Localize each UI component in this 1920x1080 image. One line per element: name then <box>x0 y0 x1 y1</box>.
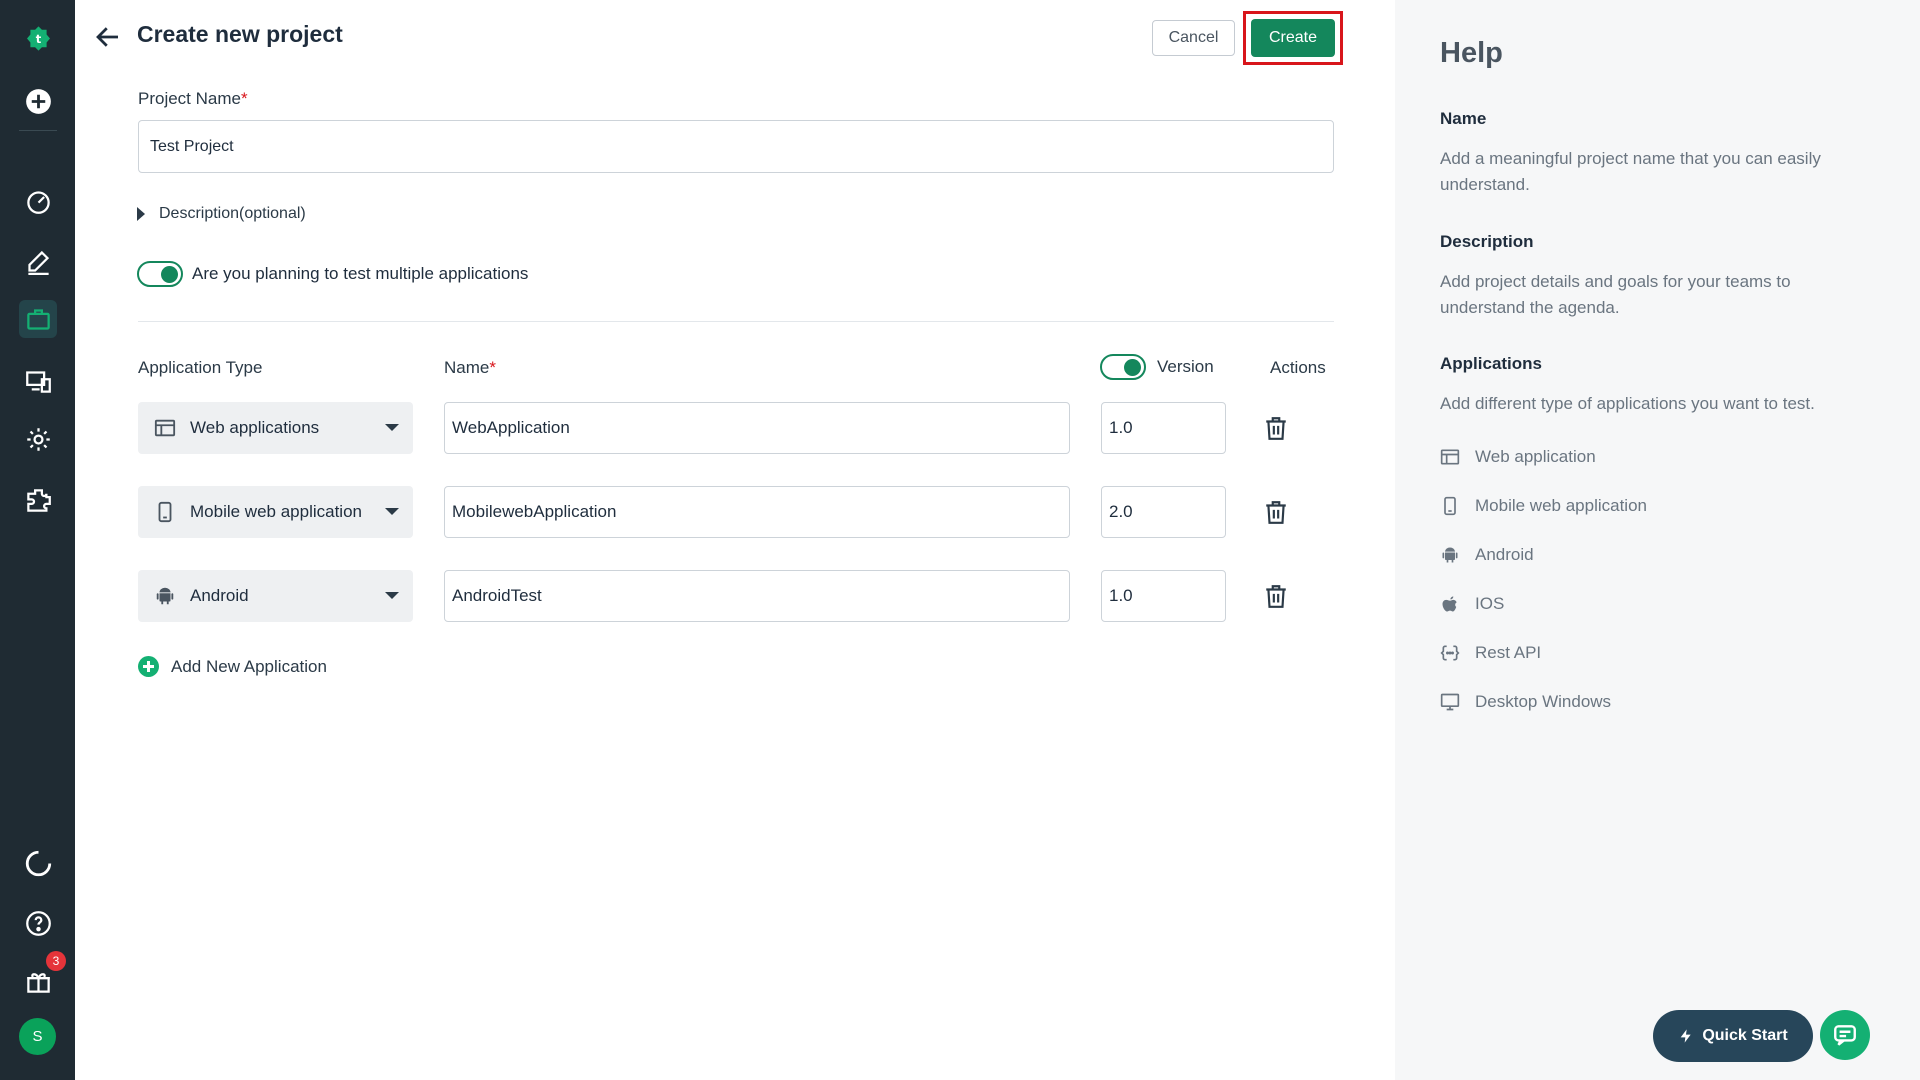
project-name-label-text: Project Name <box>138 89 241 108</box>
col-application-type: Application Type <box>138 358 263 377</box>
application-type-select[interactable]: Android <box>138 570 413 622</box>
help-applications-text: Add different type of applications you w… <box>1440 394 1815 413</box>
add-icon[interactable] <box>19 82 57 120</box>
help-app-type-label: Desktop Windows <box>1475 692 1612 711</box>
multi-app-label: Are you planning to test multiple applic… <box>192 264 529 283</box>
version-toggle[interactable] <box>1100 354 1146 380</box>
delete-icon[interactable] <box>1263 415 1289 441</box>
application-type-value: Android <box>190 586 249 605</box>
help-app-type-label: Web application <box>1475 447 1596 466</box>
description-label: Description(optional) <box>159 205 306 222</box>
logo-icon[interactable]: t <box>19 19 57 57</box>
mobile-icon <box>1444 496 1456 516</box>
application-name-input[interactable] <box>444 402 1070 454</box>
devices-icon[interactable] <box>19 362 57 400</box>
application-name-input[interactable] <box>444 486 1070 538</box>
chevron-down-icon <box>385 592 399 599</box>
web-app-icon <box>1440 449 1460 465</box>
loading-icon[interactable] <box>19 844 57 882</box>
chat-icon <box>1834 1025 1856 1046</box>
quick-start-label: Quick Start <box>1702 1027 1788 1044</box>
svg-text:t: t <box>35 32 41 46</box>
avatar[interactable]: S <box>19 1018 56 1055</box>
web-app-icon <box>154 417 176 439</box>
chat-button[interactable] <box>1820 1010 1870 1060</box>
help-description-text: Add project details and goals for your t… <box>1440 272 1791 317</box>
delete-icon[interactable] <box>1263 583 1289 609</box>
required-mark: * <box>240 89 248 108</box>
help-applications-heading: Applications <box>1440 354 1543 373</box>
col-version: Version <box>1157 357 1214 376</box>
create-project-form: Create new project Cancel Create Project… <box>75 0 1395 1080</box>
help-app-type-item: Mobile web application <box>1440 496 1647 516</box>
application-version-input[interactable] <box>1101 402 1226 454</box>
application-type-select[interactable]: Mobile web application <box>138 486 413 538</box>
help-app-type-label: IOS <box>1475 594 1505 613</box>
col-name-text: Name <box>444 358 490 377</box>
application-type-select[interactable]: Web applications <box>138 402 413 454</box>
application-name-input[interactable] <box>444 570 1070 622</box>
delete-icon[interactable] <box>1263 499 1289 525</box>
col-actions: Actions <box>1270 358 1326 377</box>
help-app-type-item: Desktop Windows <box>1440 692 1611 712</box>
help-name-heading: Name <box>1440 109 1487 128</box>
application-row: Mobile web application <box>138 486 1338 540</box>
description-expander[interactable]: Description(optional) <box>137 205 306 223</box>
help-title: Help <box>1440 37 1503 69</box>
toggle-knob <box>1124 359 1141 376</box>
help-panel: Help Name Add a meaningful project name … <box>1395 0 1920 1080</box>
notification-badge: 3 <box>46 951 66 971</box>
project-name-input[interactable] <box>138 120 1334 173</box>
application-version-input[interactable] <box>1101 570 1226 622</box>
quick-start-button[interactable]: Quick Start <box>1653 1010 1813 1062</box>
help-app-type-item: IOS <box>1440 594 1504 614</box>
application-row: Web applications <box>138 402 1338 456</box>
section-divider <box>138 321 1334 322</box>
required-mark: * <box>489 358 496 377</box>
help-app-type-label: Rest API <box>1475 643 1542 662</box>
page-title: Create new project <box>137 21 343 47</box>
application-type-value: Mobile web application <box>190 502 362 521</box>
projects-icon[interactable] <box>19 300 57 338</box>
desktop-icon <box>1440 693 1460 711</box>
help-name-text: Add a meaningful project name that you c… <box>1440 149 1821 194</box>
cancel-button[interactable]: Cancel <box>1152 20 1235 56</box>
android-icon <box>1442 547 1458 563</box>
add-circle-icon <box>138 656 159 677</box>
android-icon <box>154 585 176 607</box>
rail-divider <box>19 130 57 131</box>
help-app-type-item: Android <box>1440 545 1534 565</box>
create-button[interactable]: Create <box>1251 19 1335 57</box>
back-arrow-icon[interactable] <box>93 22 123 52</box>
col-name: Name* <box>444 358 496 378</box>
application-row: Android <box>138 570 1338 624</box>
caret-right-icon <box>137 207 145 221</box>
dashboard-icon[interactable] <box>19 182 57 220</box>
lightning-icon <box>1680 1029 1691 1043</box>
edit-icon[interactable] <box>19 242 57 280</box>
application-type-value: Web applications <box>190 418 320 437</box>
apple-icon <box>1442 596 1457 612</box>
chevron-down-icon <box>385 508 399 515</box>
help-icon[interactable] <box>19 904 57 942</box>
add-new-application-button[interactable]: Add New Application <box>138 656 327 677</box>
help-description-heading: Description <box>1440 232 1534 251</box>
help-app-type-label: Android <box>1475 545 1534 564</box>
addons-icon[interactable] <box>19 481 57 519</box>
multi-app-toggle[interactable] <box>137 261 183 287</box>
add-new-application-label: Add New Application <box>171 656 327 676</box>
toggle-knob <box>161 266 178 283</box>
application-version-input[interactable] <box>1101 486 1226 538</box>
chevron-down-icon <box>385 424 399 431</box>
api-icon <box>1440 645 1460 661</box>
help-app-type-item: Rest API <box>1440 643 1541 663</box>
project-name-label: Project Name* <box>138 89 248 109</box>
settings-icon[interactable] <box>19 420 57 458</box>
left-nav-rail: t 3 S <box>0 0 75 1080</box>
help-app-type-item: Web application <box>1440 447 1596 467</box>
help-app-type-label: Mobile web application <box>1475 496 1647 515</box>
mobile-icon <box>154 501 176 523</box>
